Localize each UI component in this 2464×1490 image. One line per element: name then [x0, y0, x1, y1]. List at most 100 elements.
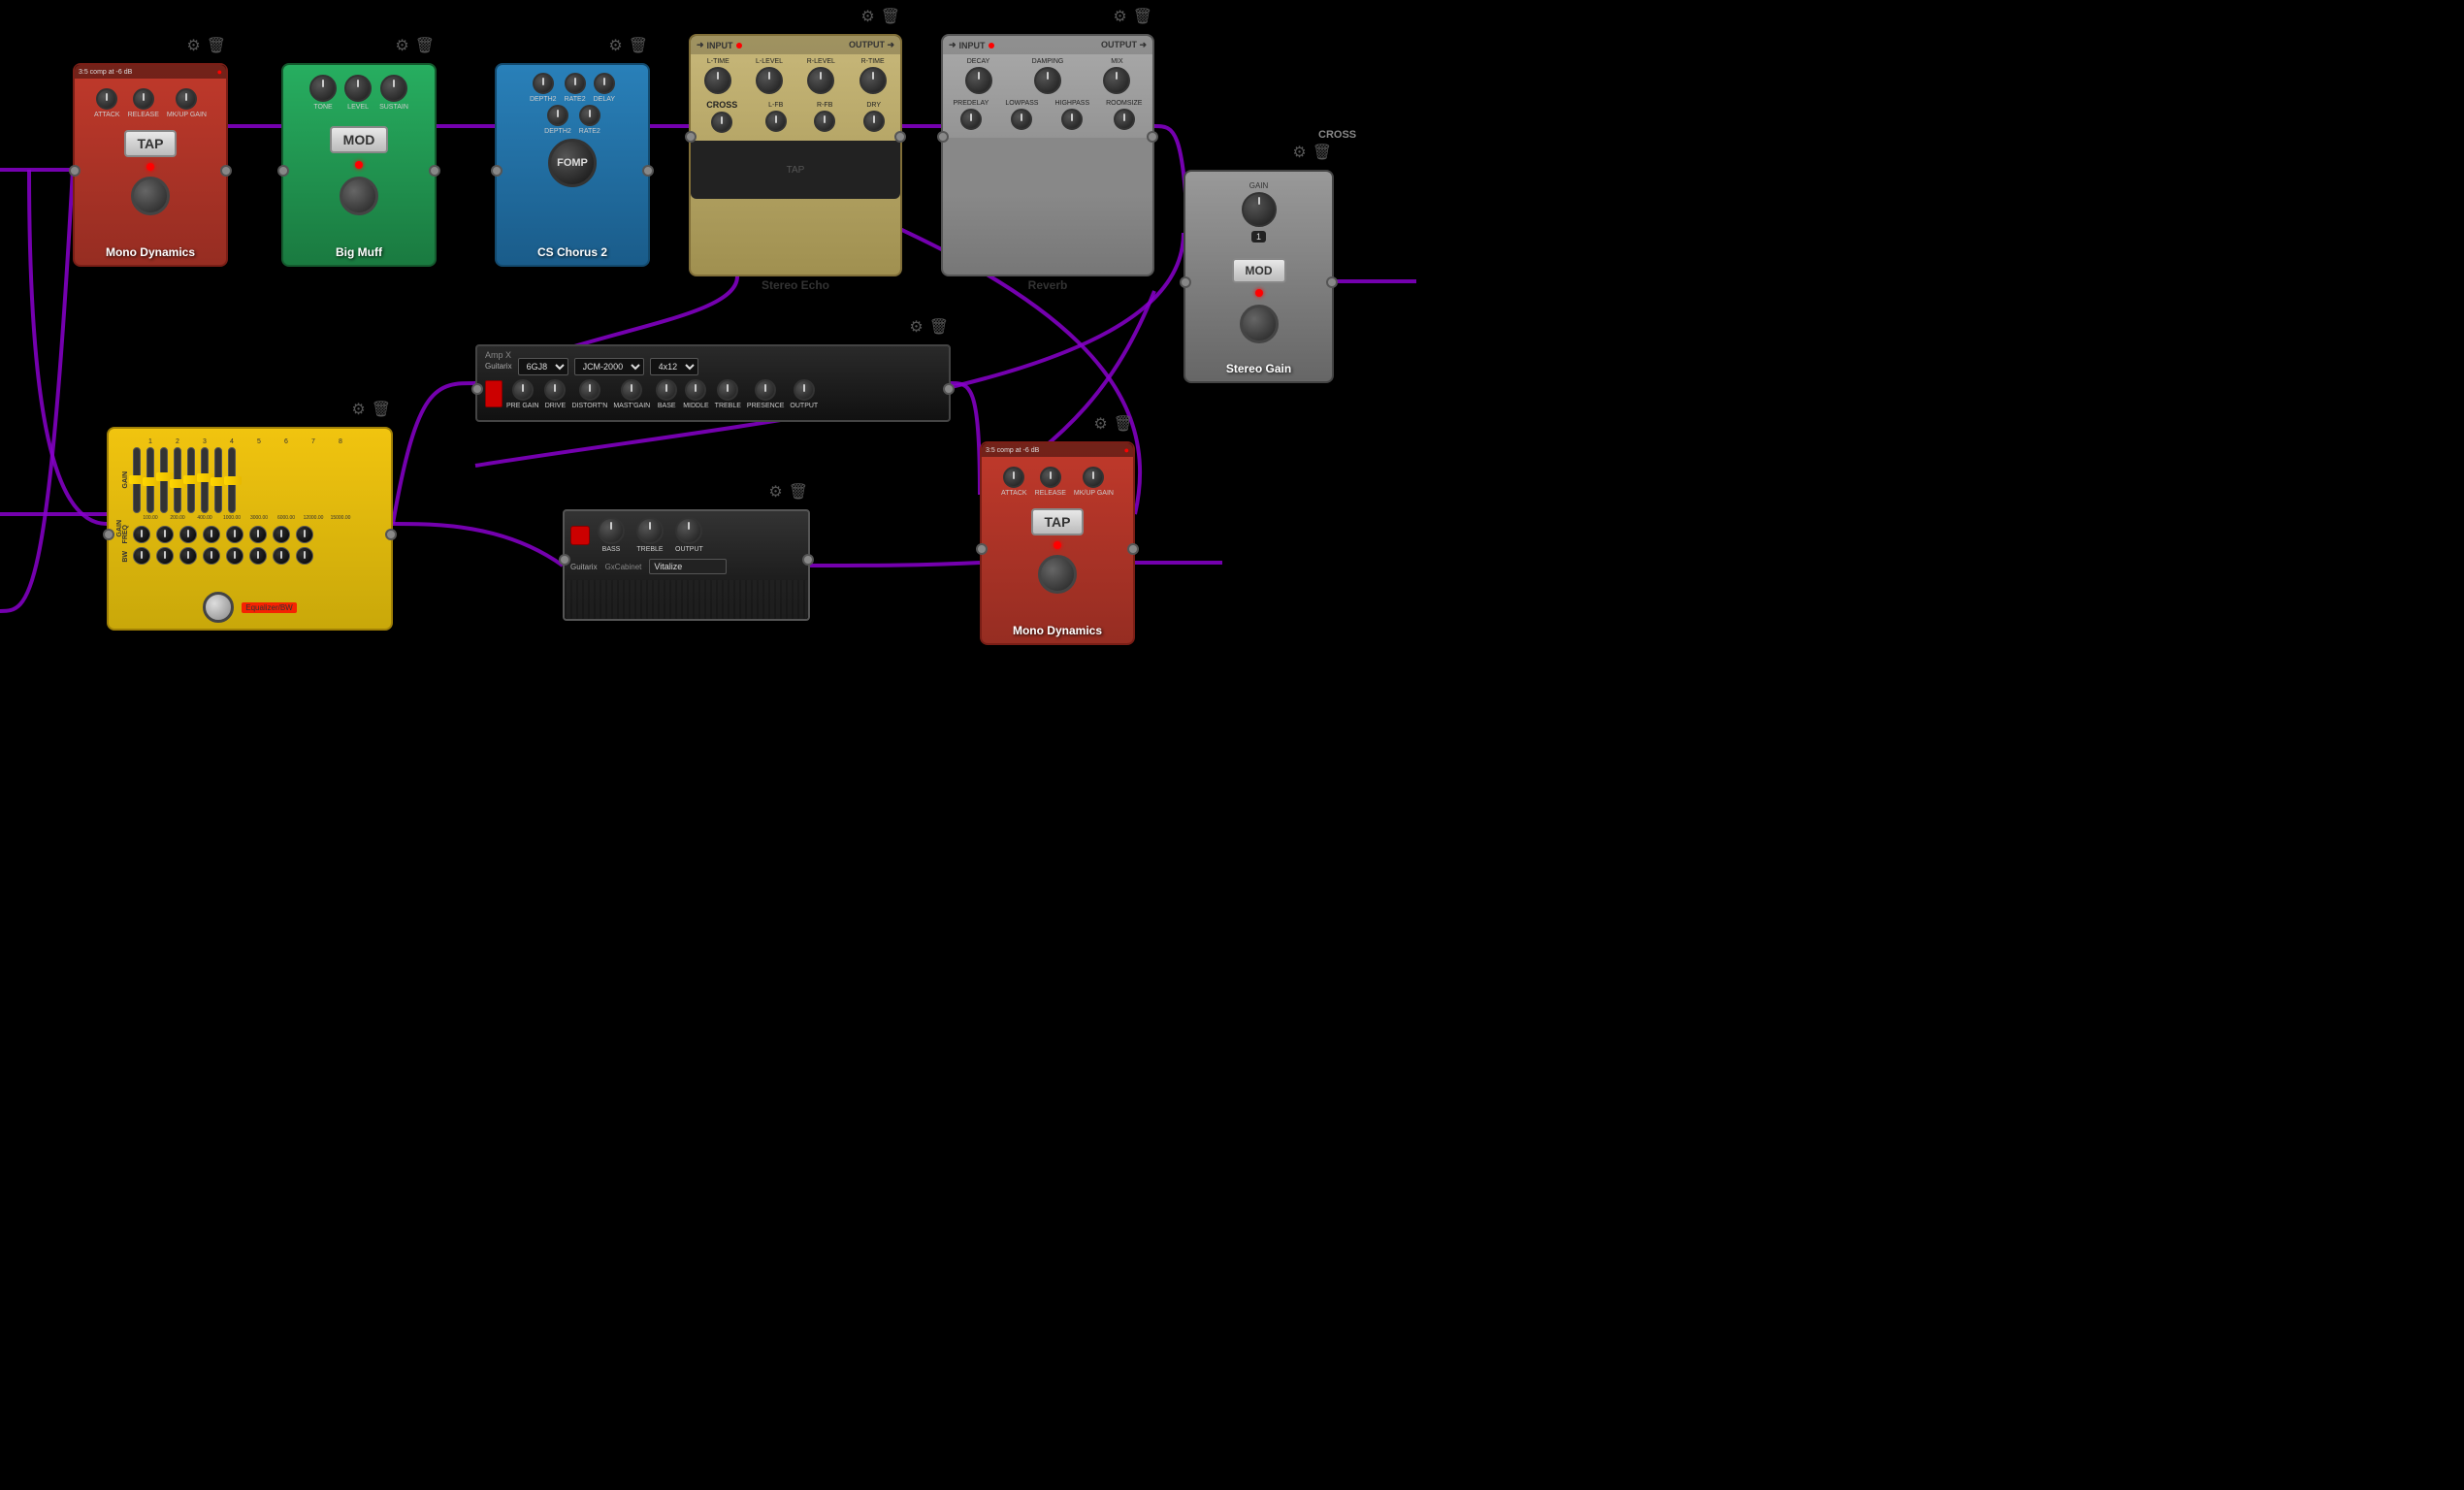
eq-knob-freq-5[interactable] — [226, 526, 243, 543]
eq-knob-bw-6[interactable] — [249, 547, 267, 565]
gear-icon-mono-dyn-1[interactable]: ⚙ — [186, 36, 200, 55]
knob-level[interactable] — [344, 75, 372, 102]
knob-r-fb[interactable] — [814, 111, 835, 132]
gear-icon-big-muff[interactable]: ⚙ — [395, 36, 408, 55]
eq-fader-2[interactable] — [146, 447, 154, 513]
knob-mast-gain[interactable] — [621, 379, 642, 401]
eq-knob-freq-2[interactable] — [156, 526, 174, 543]
gear-icon-mono-dyn-2[interactable]: ⚙ — [1093, 414, 1107, 434]
eq-knob-freq-3[interactable] — [179, 526, 197, 543]
gear-icon-stereo-echo[interactable]: ⚙ — [860, 7, 874, 26]
stereo-echo-tap-area[interactable]: TAP — [691, 141, 900, 199]
eq-knob-bw-4[interactable] — [203, 547, 220, 565]
mod-btn-big-muff[interactable]: MOD — [330, 126, 389, 153]
mod-btn-stereo-gain[interactable]: MOD — [1232, 258, 1286, 283]
knob-rate2-1[interactable] — [565, 73, 586, 94]
eq-knob-bw-1[interactable] — [133, 547, 150, 565]
eq-fader-1[interactable] — [133, 447, 141, 513]
amp-x-cabinet-select[interactable]: 4x12 — [650, 358, 698, 375]
knob-attack-1[interactable] — [96, 88, 117, 110]
amp-x-preset2-select[interactable]: JCM-2000 — [574, 358, 644, 375]
eq-knob-bw-2[interactable] — [156, 547, 174, 565]
amp-x-preset1-select[interactable]: 6GJ8 — [518, 358, 568, 375]
knob-base[interactable] — [656, 379, 677, 401]
knob-output-amp[interactable] — [794, 379, 815, 401]
eq-knob-bw-7[interactable] — [273, 547, 290, 565]
knob-sustain[interactable] — [380, 75, 407, 102]
gear-icon-gx-cabinet[interactable]: ⚙ — [768, 482, 782, 502]
footswitch-stereo-gain[interactable] — [1240, 305, 1279, 343]
gx-cabinet-preset-input[interactable] — [649, 559, 727, 574]
amp-x-power[interactable] — [485, 380, 503, 407]
footswitch-mono-dyn-1[interactable] — [131, 177, 170, 215]
knob-mix[interactable] — [1103, 67, 1130, 94]
gear-icon-amp-x[interactable]: ⚙ — [909, 317, 923, 337]
trash-icon-stereo-gain[interactable]: 🗑 — [1313, 143, 1332, 162]
eq-fader-3[interactable] — [160, 447, 168, 513]
knob-roomsize[interactable] — [1114, 109, 1135, 130]
knob-highpass[interactable] — [1061, 109, 1083, 130]
tap-btn-2[interactable]: TAP — [1031, 508, 1085, 535]
knob-output-gx[interactable] — [675, 517, 702, 544]
knob-mkupgain-1[interactable] — [176, 88, 197, 110]
knob-distortion[interactable] — [579, 379, 600, 401]
knob-delay-1[interactable] — [594, 73, 615, 94]
reverb-tap-area[interactable] — [943, 138, 1152, 196]
fomp-btn[interactable]: FOMP — [548, 139, 597, 187]
eq-knob-freq-4[interactable] — [203, 526, 220, 543]
gear-icon-eq[interactable]: ⚙ — [351, 400, 365, 419]
trash-icon-gx-cabinet[interactable]: 🗑 — [789, 482, 808, 502]
trash-icon-stereo-echo[interactable]: 🗑 — [881, 7, 900, 26]
eq-fader-7[interactable] — [214, 447, 222, 513]
knob-dry[interactable] — [863, 111, 885, 132]
gear-icon-reverb[interactable]: ⚙ — [1113, 7, 1126, 26]
knob-attack-2[interactable] — [1003, 467, 1024, 488]
eq-fader-8[interactable] — [228, 447, 236, 513]
knob-pre-gain[interactable] — [512, 379, 534, 401]
eq-fader-4[interactable] — [174, 447, 181, 513]
eq-knob-bw-5[interactable] — [226, 547, 243, 565]
knob-damping[interactable] — [1034, 67, 1061, 94]
gear-icon-cs-chorus[interactable]: ⚙ — [608, 36, 622, 55]
knob-cross[interactable] — [711, 112, 732, 133]
knob-treble[interactable] — [717, 379, 738, 401]
footswitch-big-muff[interactable] — [340, 177, 378, 215]
footswitch-mono-dyn-2[interactable] — [1038, 555, 1077, 594]
eq-knob-freq-1[interactable] — [133, 526, 150, 543]
knob-decay[interactable] — [965, 67, 992, 94]
knob-drive[interactable] — [544, 379, 566, 401]
knob-r-time[interactable] — [859, 67, 887, 94]
trash-icon-reverb[interactable]: 🗑 — [1133, 7, 1152, 26]
knob-depth2-2[interactable] — [547, 105, 568, 126]
knob-release-1[interactable] — [133, 88, 154, 110]
knob-release-2[interactable] — [1040, 467, 1061, 488]
knob-bass-gx[interactable] — [598, 517, 625, 544]
eq-fader-6[interactable] — [201, 447, 209, 513]
tap-btn-1[interactable]: TAP — [124, 130, 178, 157]
knob-tone[interactable] — [309, 75, 337, 102]
knob-r-level[interactable] — [807, 67, 834, 94]
eq-fader-5[interactable] — [187, 447, 195, 513]
trash-icon-mono-dyn-2[interactable]: 🗑 — [1114, 414, 1133, 434]
trash-icon-big-muff[interactable]: 🗑 — [415, 36, 435, 55]
knob-predelay[interactable] — [960, 109, 982, 130]
eq-knob-bw-8[interactable] — [296, 547, 313, 565]
eq-knob-freq-6[interactable] — [249, 526, 267, 543]
knob-treble-gx[interactable] — [636, 517, 664, 544]
knob-presence[interactable] — [755, 379, 776, 401]
gx-cabinet-power[interactable] — [570, 526, 590, 545]
trash-icon-cs-chorus[interactable]: 🗑 — [629, 36, 648, 55]
trash-icon-amp-x[interactable]: 🗑 — [929, 317, 949, 337]
knob-l-level[interactable] — [756, 67, 783, 94]
eq-footswitch[interactable] — [203, 592, 234, 623]
trash-icon-mono-dyn-1[interactable]: 🗑 — [207, 36, 226, 55]
gear-icon-stereo-gain[interactable]: ⚙ — [1292, 143, 1306, 162]
knob-gain-stereo-gain[interactable] — [1242, 192, 1277, 227]
knob-lowpass[interactable] — [1011, 109, 1032, 130]
eq-knob-freq-8[interactable] — [296, 526, 313, 543]
knob-middle[interactable] — [685, 379, 706, 401]
knob-l-time[interactable] — [704, 67, 731, 94]
knob-l-fb[interactable] — [765, 111, 787, 132]
knob-rate2-2[interactable] — [579, 105, 600, 126]
knob-depth2-1[interactable] — [533, 73, 554, 94]
